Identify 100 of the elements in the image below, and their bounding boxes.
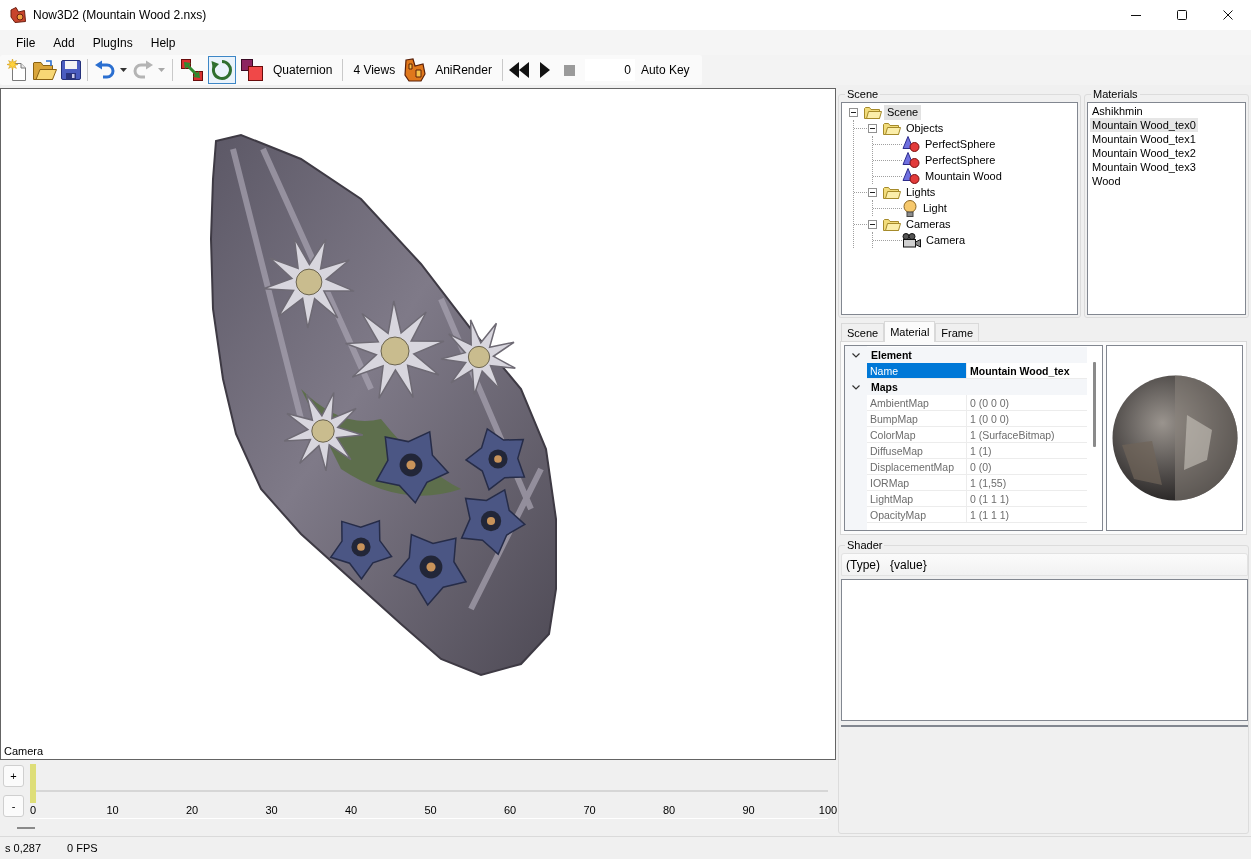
rewind-icon[interactable] [508,62,531,78]
ruler-label: 40 [344,803,358,817]
save-icon[interactable] [61,60,81,80]
ruler-label: 50 [424,803,437,817]
property-value[interactable]: 1 (SurfaceBitmap) [967,427,1087,443]
column-header[interactable]: (Type) [846,557,880,572]
property-name[interactable]: IORMap [867,475,967,491]
category-label: Maps [867,379,1087,395]
property-grid[interactable]: Element Name Mountain Wood_tex Maps AmbientMap 0 (0 0 0) BumpMap 1 (0 0 0) ColorMap 1 (SurfaceBitmap) DiffuseMap 1 (1) DisplacementMap 0 (0) IORMap 1 (1,55) LightMap 0 (1 1 1) OpacityMap 1 (1 1 1) [844,345,1103,531]
material-item[interactable]: Mountain Wood_tex0 [1090,118,1198,132]
tree-item[interactable]: Cameras [903,216,954,232]
group-title: Materials [1092,88,1139,100]
material-item[interactable]: Ashikhmin [1090,104,1145,118]
cone-and-sphere-icon [902,136,920,152]
property-name[interactable]: OpacityMap [867,507,967,523]
maximize-icon[interactable] [1177,10,1187,20]
property-value[interactable]: 1 (1) [967,443,1087,459]
property-name[interactable]: ColorMap [867,427,967,443]
caret-icon[interactable] [120,68,127,72]
materials-list[interactable]: Ashikhmin Mountain Wood_tex0 Mountain Wood_tex1 Mountain Wood_tex2 Mountain Wood_tex3 Wood [1087,102,1246,315]
scrollbar-thumb[interactable] [1093,362,1096,447]
tree-item[interactable]: Camera [923,232,969,248]
property-value[interactable]: 0 (1 1 1) [967,491,1087,507]
tree-item[interactable]: Objects [903,120,947,136]
playhead-marker[interactable] [30,764,36,803]
menu-item[interactable]: Help [141,33,185,52]
menu-item[interactable]: Add [44,33,84,52]
property-name[interactable]: DisplacementMap [867,459,967,475]
scrollbar-thumb[interactable] [17,827,35,829]
scale-squares-icon [241,59,263,81]
tree-item[interactable]: Lights [903,184,939,200]
material-item[interactable]: Mountain Wood_tex2 [1090,146,1198,160]
ruler-label: 90 [742,803,755,817]
ruler-label: 60 [503,803,517,817]
folder-icon [883,185,901,199]
tree-item[interactable]: Scene [884,104,922,120]
play-icon[interactable] [539,62,550,78]
folder-icon [883,217,901,231]
ruler-label: 80 [662,803,676,817]
menu-item[interactable]: PlugIns [83,33,142,52]
tree-item[interactable]: PerfectSphere [922,136,999,152]
collapse-icon[interactable] [868,123,877,133]
app-logo-icon [10,7,26,23]
views-button[interactable]: 4 Views [348,58,401,82]
property-name[interactable]: BumpMap [867,411,967,427]
open-folder-icon[interactable] [33,60,57,80]
rotate-icon [211,59,233,81]
collapse-icon[interactable] [868,219,877,229]
scene-tree[interactable]: Scene Objects PerfectSphere PerfectSphere Mountain Wood Lights Light Cameras Camera [841,102,1078,315]
property-name[interactable]: AmbientMap [867,395,967,411]
cone-and-sphere-icon [902,152,920,168]
ruler-label: 100 [818,803,838,817]
auto-key-button[interactable]: Auto Key [635,58,695,82]
timeline-zoom-button[interactable]: - [3,795,24,817]
ruler-label: 20 [185,803,199,817]
property-name[interactable]: Name [867,363,967,379]
property-value[interactable]: 0 (0) [967,459,1087,475]
material-item[interactable]: Wood [1090,174,1123,188]
close-icon[interactable] [1223,10,1233,20]
rotation-mode-button[interactable]: Quaternion [268,58,338,82]
undo-icon[interactable] [94,60,116,80]
chevron-down-icon[interactable] [852,352,860,358]
timeline-zoom-button[interactable]: + [3,765,24,787]
tab[interactable]: Scene [841,323,885,341]
anirender-button[interactable]: AniRender [430,58,497,82]
viewport-panel[interactable]: Camera [0,88,836,760]
status-text: 0 FPS [67,842,98,854]
ruler-label: 70 [583,803,596,817]
tree-item[interactable]: Light [920,200,950,216]
folder-icon [864,105,882,119]
property-value[interactable]: 1 (1,55) [967,475,1087,491]
property-value[interactable]: 1 (0 0 0) [967,411,1087,427]
light-bulb-icon [902,199,918,217]
material-item[interactable]: Mountain Wood_tex1 [1090,132,1198,146]
new-document-icon[interactable] [7,59,29,81]
frame-field[interactable]: 0 [584,59,635,81]
chevron-down-icon[interactable] [852,384,860,390]
tree-item[interactable]: Mountain Wood [922,168,1005,184]
minimize-icon[interactable] [1131,14,1141,16]
ruler-label: 10 [106,803,119,817]
ruler-label: 0 [29,803,37,817]
collapse-icon[interactable] [849,107,858,117]
tab[interactable]: Material [884,321,936,342]
property-name[interactable]: LightMap [867,491,967,507]
status-text: s 0,287 [5,842,42,854]
folder-icon [883,121,901,135]
render-logo-icon[interactable] [403,58,428,82]
rotate-tool-button[interactable] [208,56,236,84]
property-name[interactable]: DiffuseMap [867,443,967,459]
tab[interactable]: Frame [935,323,980,341]
move-tool-button[interactable] [178,56,206,84]
collapse-icon[interactable] [868,187,877,197]
property-value[interactable]: 1 (1 1 1) [967,507,1087,523]
window-title: Now3D2 (Mountain Wood 2.nxs) [33,8,207,22]
tree-item[interactable]: PerfectSphere [922,152,999,168]
menu-item[interactable]: File [7,33,45,52]
column-header[interactable]: {value} [890,557,927,572]
property-value[interactable]: 0 (0 0 0) [967,395,1087,411]
scale-tool-button[interactable] [238,56,266,84]
material-item[interactable]: Mountain Wood_tex3 [1090,160,1198,174]
